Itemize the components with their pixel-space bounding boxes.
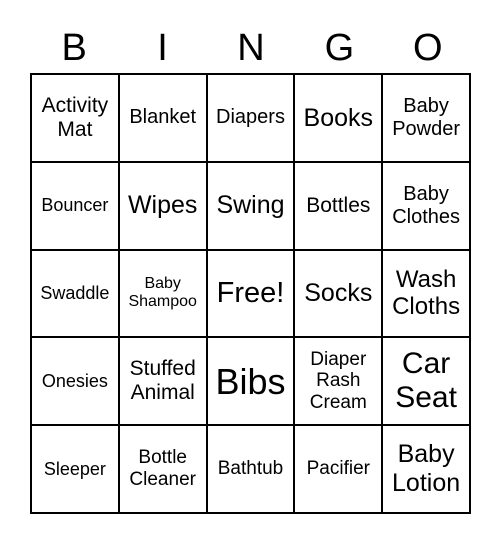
- bingo-cell[interactable]: Diaper Rash Cream: [294, 337, 383, 426]
- bingo-cell[interactable]: Books: [294, 74, 383, 162]
- bingo-cell[interactable]: Blanket: [118, 74, 207, 162]
- bingo-header: B I N G O: [30, 26, 472, 70]
- bingo-cell[interactable]: Stuffed Animal: [118, 337, 207, 426]
- bingo-cell[interactable]: Baby Powder: [382, 74, 470, 162]
- header-letter-g: G: [324, 27, 355, 69]
- bingo-cell[interactable]: Socks: [294, 249, 383, 338]
- bingo-cell[interactable]: Bottles: [294, 161, 383, 250]
- bingo-grid: Activity Mat Blanket Diapers Books Baby Powd…: [30, 73, 471, 514]
- bingo-cell[interactable]: Bibs: [206, 337, 295, 426]
- bingo-cell[interactable]: Baby Shampoo: [118, 249, 207, 338]
- header-letter-b: B: [61, 27, 87, 69]
- bingo-cell[interactable]: Activity Mat: [31, 74, 119, 162]
- bingo-cell[interactable]: Sleeper: [31, 425, 119, 513]
- bingo-cell[interactable]: Swaddle: [31, 249, 119, 338]
- bingo-cell[interactable]: Baby Lotion: [382, 425, 470, 513]
- header-letter-i: I: [157, 27, 168, 69]
- bingo-cell[interactable]: Wipes: [118, 161, 207, 250]
- bingo-cell[interactable]: Bouncer: [31, 161, 119, 250]
- bingo-cell[interactable]: Free!: [206, 249, 295, 338]
- header-letter-n: N: [237, 27, 265, 69]
- bingo-cell[interactable]: Wash Cloths: [382, 249, 470, 338]
- header-letter-o: O: [412, 27, 443, 69]
- bingo-cell[interactable]: Bottle Cleaner: [118, 425, 207, 513]
- bingo-cell[interactable]: Pacifier: [294, 425, 383, 513]
- bingo-cell[interactable]: Bathtub: [206, 425, 295, 513]
- bingo-cell[interactable]: Onesies: [31, 337, 119, 426]
- bingo-cell[interactable]: Car Seat: [382, 337, 470, 426]
- bingo-cell[interactable]: Baby Clothes: [382, 161, 470, 250]
- bingo-cell[interactable]: Diapers: [206, 74, 295, 162]
- bingo-cell[interactable]: Swing: [206, 161, 295, 250]
